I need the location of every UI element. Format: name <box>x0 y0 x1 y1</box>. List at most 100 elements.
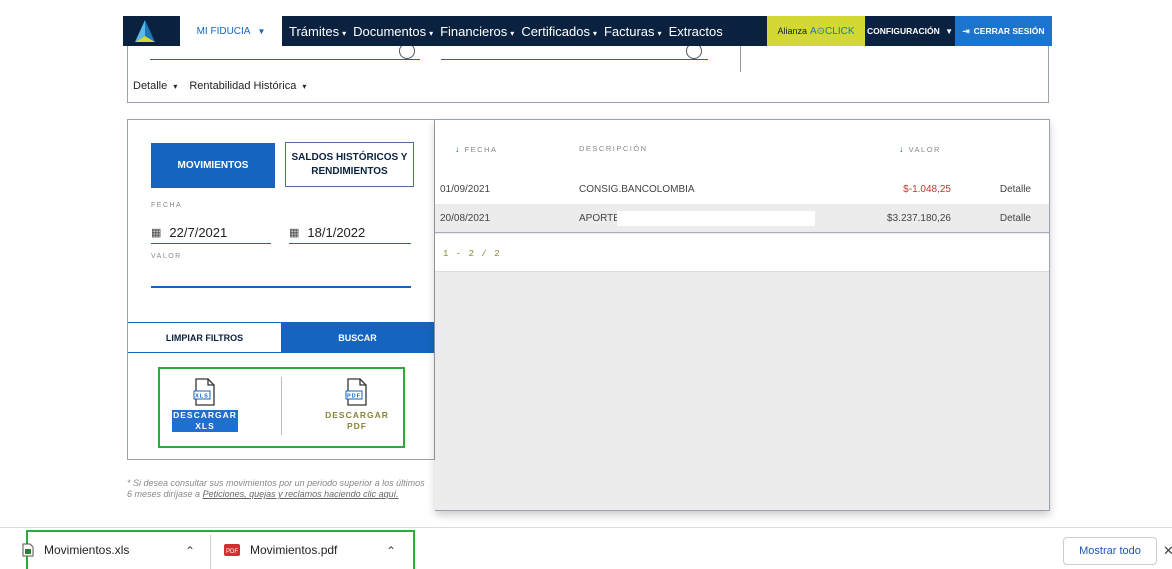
nav-mi-fiducia[interactable]: MI FIDUCIA ▼ <box>180 16 282 46</box>
nav-financieros-label: Financieros <box>440 23 508 39</box>
nav-documentos-label: Documentos <box>353 23 427 39</box>
sort-valor-header[interactable]: ↓ VALOR <box>899 144 941 154</box>
calendar-icon: ▦ <box>151 227 162 239</box>
nav-facturas[interactable]: Facturas ▾ <box>604 24 662 39</box>
th-fecha-label: FECHA <box>464 145 498 154</box>
download-file-pdf[interactable]: PDF Movimientos.pdf <box>224 543 337 557</box>
date-to-input[interactable]: ▦ 18/1/2022 <box>289 222 411 244</box>
nav-tramites-label: Trámites <box>289 23 340 39</box>
period-note: * Si desea consultar sus movimientos por… <box>127 478 427 500</box>
row-valor: $-1.048,25 <box>903 184 951 195</box>
nav-certificados[interactable]: Certificados ▾ <box>521 24 597 39</box>
nav-extractos-label: Extractos <box>668 23 723 39</box>
caret-down-icon: ▾ <box>429 28 434 38</box>
pagination: 1 - 2 / 2 <box>443 249 501 259</box>
alianza-click-button[interactable]: Alianza A⊙CLICK <box>767 16 865 46</box>
rentabilidad-label: Rentabilidad Histórica <box>189 80 297 92</box>
alianza-logo-icon[interactable] <box>135 20 155 42</box>
pqr-link[interactable]: Peticiones, quejas y reclamos haciendo c… <box>203 489 399 499</box>
nav-tramites[interactable]: Trámites ▾ <box>289 24 346 39</box>
pdf-file-icon: PDF <box>224 544 240 556</box>
divider <box>210 535 211 569</box>
caret-down-icon: ▾ <box>510 28 515 38</box>
download-xls-button[interactable]: XLS DESCARGAR XLS <box>170 378 240 432</box>
config-label: CONFIGURACIÓN <box>866 26 940 36</box>
row-valor: $3.237.180,26 <box>887 213 951 224</box>
caret-down-icon: ▼ <box>945 26 954 36</box>
nav-financieros[interactable]: Financieros ▾ <box>440 24 514 39</box>
download-pdf-button[interactable]: PDF DESCARGAR PDF <box>322 378 392 432</box>
divider <box>740 46 741 72</box>
tab-movimientos-label: MOVIMIENTOS <box>177 160 249 171</box>
download-file-pdf-name: Movimientos.pdf <box>250 543 338 557</box>
config-menu[interactable]: CONFIGURACIÓN ▼ <box>865 16 955 46</box>
divider <box>281 377 282 435</box>
sort-fecha-header[interactable]: ↓ FECHA <box>455 144 498 154</box>
logout-label: CERRAR SESIÓN <box>973 26 1045 36</box>
download-file-xls-name: Movimientos.xls <box>44 543 130 557</box>
download-pdf-label: DESCARGAR PDF <box>325 410 389 432</box>
date-from-value: 22/7/2021 <box>169 225 228 240</box>
fecha-label: FECHA <box>151 202 183 209</box>
pdf-file-icon: PDF <box>345 378 367 406</box>
excel-file-icon <box>22 543 34 557</box>
row-descripcion: APORTE <box>579 213 620 224</box>
caret-down-icon: ▾ <box>342 28 347 38</box>
row-fecha: 20/08/2021 <box>440 213 491 224</box>
date-from-input[interactable]: ▦ 22/7/2021 <box>151 222 271 244</box>
tab-movimientos[interactable]: MOVIMIENTOS <box>151 143 275 188</box>
download-file-xls[interactable]: Movimientos.xls <box>22 543 129 557</box>
pager-area <box>435 234 1049 272</box>
nav-extractos[interactable]: Extractos <box>669 24 723 39</box>
row-detalle-link[interactable]: Detalle <box>1000 184 1031 195</box>
detalle-label: Detalle <box>133 80 168 92</box>
logout-icon: ⇥ <box>962 25 970 36</box>
svg-text:PDF: PDF <box>226 549 238 555</box>
download-pdf-line1: DESCARGAR <box>325 410 389 420</box>
nav-documentos[interactable]: Documentos ▾ <box>353 24 433 39</box>
show-all-button[interactable]: Mostrar todo <box>1063 537 1157 565</box>
chevron-up-icon[interactable]: ⌃ <box>185 544 195 558</box>
caret-down-icon: ▼ <box>257 26 266 36</box>
nav-facturas-label: Facturas <box>603 23 655 39</box>
caret-down-icon: ▾ <box>657 28 662 38</box>
row-detalle-link[interactable]: Detalle <box>1000 213 1031 224</box>
date-to-value: 18/1/2022 <box>307 225 366 240</box>
table-row: 01/09/2021 CONSIG.BANCOLOMBIA $-1.048,25… <box>435 175 1049 204</box>
row-descripcion: CONSIG.BANCOLOMBIA <box>579 184 695 195</box>
row-fecha: 01/09/2021 <box>440 184 491 195</box>
caret-down-icon: ▾ <box>173 82 178 91</box>
logout-button[interactable]: ⇥ CERRAR SESIÓN <box>955 16 1052 46</box>
top-navbar: MI FIDUCIA ▼ Trámites ▾ Documentos ▾ Finan… <box>123 16 1052 46</box>
caret-down-icon: ▾ <box>302 82 307 91</box>
download-xls-line1: DESCARGAR <box>173 410 237 420</box>
note-line1: * Si desea consultar sus movimientos por… <box>127 478 394 488</box>
detalle-menu[interactable]: Detalle ▾ <box>133 80 177 92</box>
tab-saldos-historicos[interactable]: SALDOS HISTÓRICOS Y RENDIMIENTOS <box>285 142 414 187</box>
valor-input[interactable] <box>151 286 411 288</box>
close-icon[interactable]: ✕ <box>1163 543 1172 559</box>
alianza-text: Alianza <box>777 26 807 36</box>
nav-mi-fiducia-label: MI FIDUCIA <box>196 25 251 37</box>
caret-down-icon: ▾ <box>592 28 597 38</box>
nav-certificados-label: Certificados <box>521 23 590 39</box>
search-button[interactable]: BUSCAR <box>281 322 434 353</box>
table-header <box>435 120 1049 175</box>
alianza-click-text: A⊙CLICK <box>810 25 855 37</box>
arrow-down-icon: ↓ <box>455 144 461 154</box>
svg-text:XLS: XLS <box>195 394 209 400</box>
tab-saldos-label: SALDOS HISTÓRICOS Y RENDIMIENTOS <box>292 151 408 179</box>
arrow-down-icon: ↓ <box>899 144 905 154</box>
page: Fondo Abierto Alianza 10030019305 - FIDE… <box>0 0 1172 569</box>
download-xls-line2: XLS <box>195 421 215 431</box>
rentabilidad-menu[interactable]: Rentabilidad Histórica ▾ <box>189 80 306 92</box>
chevron-up-icon[interactable]: ⌃ <box>386 544 396 558</box>
svg-text:PDF: PDF <box>347 394 361 400</box>
search-label: BUSCAR <box>338 332 377 343</box>
tab-saldos-line2: RENDIMIENTOS <box>311 165 388 177</box>
xls-file-icon: XLS <box>193 378 215 406</box>
th-descripcion: DESCRIPCIÓN <box>579 144 648 153</box>
valor-label: VALOR <box>151 253 182 260</box>
th-valor-label: VALOR <box>908 145 941 154</box>
clear-filters-button[interactable]: LIMPIAR FILTROS <box>128 322 281 353</box>
